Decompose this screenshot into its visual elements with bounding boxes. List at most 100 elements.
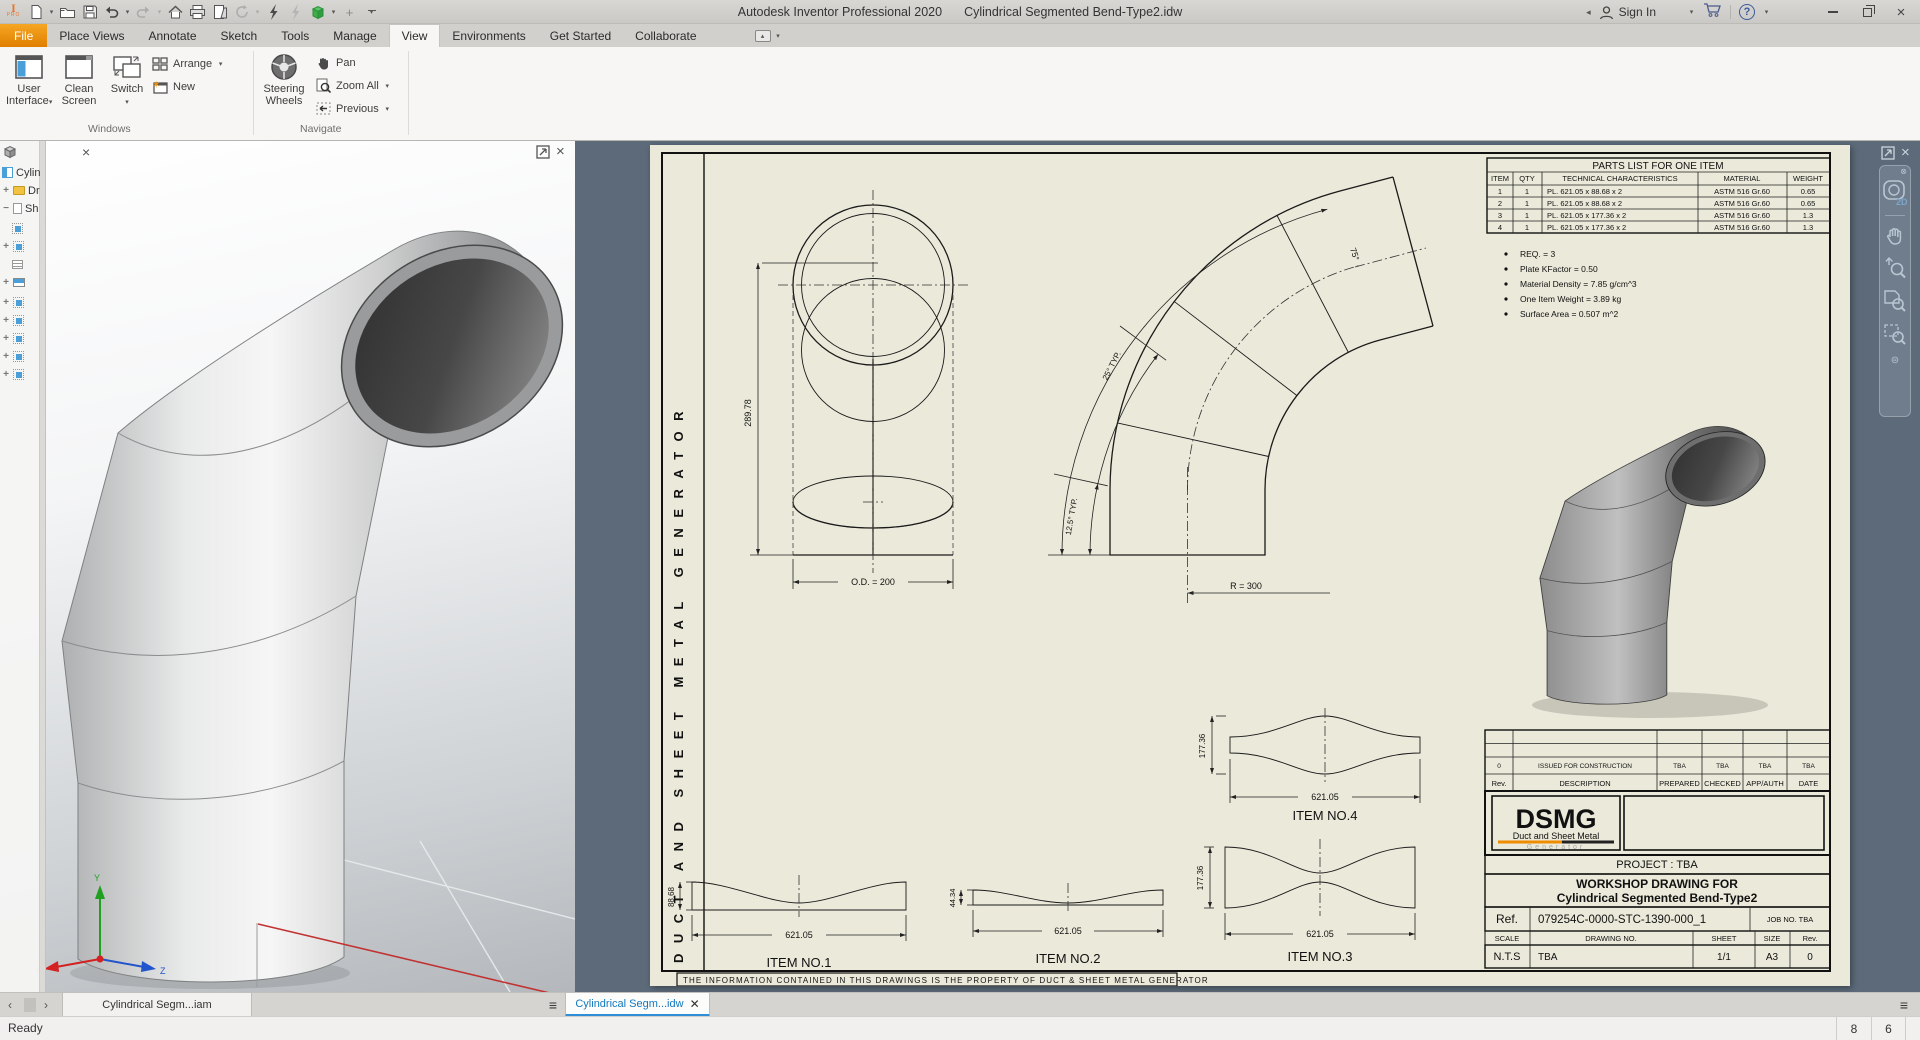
bend-profile-view[interactable]: 12.5° TYP. 25° TYP. 75° R = 300 (1048, 177, 1433, 603)
model-browser-panel[interactable]: Cylind + Dr − Sh + + + + + + + (0, 141, 40, 992)
browser-item-view[interactable]: + (2, 295, 40, 310)
save-icon[interactable] (80, 3, 99, 22)
item-1-view[interactable]: 88.68 621.05 ITEM NO.1 (667, 875, 906, 970)
print-icon[interactable] (188, 3, 207, 22)
collapse-icon[interactable]: − (2, 203, 10, 214)
minimize-button[interactable] (1820, 2, 1846, 22)
add-command-icon[interactable]: + (340, 3, 359, 22)
restore-drawing-icon[interactable] (1881, 146, 1895, 160)
tab-place-views[interactable]: Place Views (47, 24, 136, 47)
collapse-left-icon[interactable]: ◂ (1586, 7, 1591, 18)
tab-scroll-right-icon[interactable]: › (44, 993, 48, 1017)
inventor-logo-icon[interactable]: I PRO (4, 3, 23, 22)
item-3-view[interactable]: 177.36 621.05 ITEM NO.3 (1196, 839, 1415, 964)
ilogic-trigger-icon[interactable] (264, 3, 283, 22)
expand-icon[interactable]: + (2, 277, 10, 288)
item-2-view[interactable]: 44.34 621.05 ITEM NO.2 (948, 883, 1163, 966)
zoom-tool-icon[interactable] (1883, 256, 1907, 280)
help-dropdown-icon[interactable]: ▾ (1763, 8, 1770, 16)
expand-icon[interactable]: + (2, 369, 10, 380)
revision-table[interactable]: 0 ISSUED FOR CONSTRUCTION TBA TBA TBA TB… (1485, 730, 1830, 791)
navigation-bar[interactable]: ⊗ 2D (1879, 165, 1911, 417)
navbar-close-icon[interactable]: ⊗ (1900, 168, 1907, 176)
expand-icon[interactable]: + (2, 241, 10, 252)
new-file-dropdown-icon[interactable]: ▾ (48, 8, 55, 16)
tab-overflow-menu-icon[interactable]: ≡ (1896, 997, 1912, 1013)
doc-tab-drawing[interactable]: Cylindrical Segm...idw ✕ (565, 993, 710, 1017)
navbar-menu-icon[interactable]: ⊜ (1891, 355, 1899, 366)
tab-view[interactable]: View (389, 24, 441, 47)
browser-item-view[interactable]: + (2, 239, 40, 254)
tab-environments[interactable]: Environments (440, 24, 537, 47)
tab-collaborate[interactable]: Collaborate (623, 24, 708, 47)
close-tab-icon[interactable]: ✕ (690, 997, 700, 1011)
tab-sketch[interactable]: Sketch (209, 24, 270, 47)
drawing-notes[interactable]: REQ. = 3 Plate KFactor = 0.50 Material D… (1504, 249, 1637, 319)
arrange-button[interactable]: Arrange ▾ (152, 57, 224, 71)
tab-manage[interactable]: Manage (321, 24, 388, 47)
drawing-viewport[interactable]: DUCT AND SHEET METAL GENERATOR PARTS LIS… (575, 141, 1920, 992)
undo-dropdown-icon[interactable]: ▾ (124, 8, 131, 16)
tab-tools[interactable]: Tools (269, 24, 321, 47)
close-view-icon[interactable]: × (556, 145, 565, 159)
switch-windows-button[interactable]: Switch ▾ (104, 51, 150, 109)
sign-in-button[interactable]: Sign In (1599, 5, 1656, 20)
pan-tool-icon[interactable] (1884, 225, 1906, 247)
doc-tab-assembly[interactable]: Cylindrical Segm...iam (62, 993, 252, 1017)
parts-list-table[interactable]: PARTS LIST FOR ONE ITEM ITEM QTY TECHNIC… (1487, 158, 1830, 233)
tab-annotate[interactable]: Annotate (137, 24, 209, 47)
browser-item-view[interactable]: + (2, 313, 40, 328)
tab-list-menu-icon[interactable]: ≡ (545, 997, 561, 1013)
browser-item-sheet[interactable]: − Sh (2, 201, 40, 216)
tab-file[interactable]: File (0, 24, 47, 47)
new-file-icon[interactable] (26, 3, 45, 22)
help-icon[interactable]: ? (1739, 4, 1755, 20)
sign-in-dropdown-icon[interactable]: ▾ (1688, 8, 1695, 16)
steering-wheels-button[interactable]: Steering Wheels (258, 51, 310, 107)
close-button[interactable]: × (1888, 2, 1914, 22)
steering-wheel-2d-icon[interactable]: 2D (1883, 180, 1907, 206)
tab-scroll-left-icon[interactable]: ‹ (8, 993, 12, 1017)
clean-screen-button[interactable]: Clean Screen (56, 51, 102, 107)
expand-icon[interactable]: + (2, 297, 10, 308)
drawing-sheet[interactable]: DUCT AND SHEET METAL GENERATOR PARTS LIS… (650, 145, 1850, 986)
restore-view-icon[interactable] (536, 145, 550, 159)
home-icon[interactable] (166, 3, 185, 22)
expand-icon[interactable]: + (2, 333, 10, 344)
title-block[interactable]: DSMG Duct and Sheet Metal Generator PROJ… (1485, 791, 1830, 968)
model-viewport-3d[interactable]: X Y Z × Cylind + Dr − (0, 141, 575, 992)
store-cart-icon[interactable] (1703, 2, 1722, 23)
close-drawing-icon[interactable]: × (1901, 146, 1910, 160)
front-view[interactable]: 289.78 O.D. = 200 (743, 190, 968, 589)
expand-icon[interactable]: + (2, 315, 10, 326)
zoom-fit-icon[interactable] (1883, 289, 1907, 313)
open-icon[interactable] (58, 3, 77, 22)
sheet-3d-view[interactable] (1540, 416, 1782, 704)
browser-item-view[interactable]: + (2, 331, 40, 346)
browser-item-root[interactable]: Cylind (2, 165, 40, 180)
material-icon[interactable] (308, 3, 327, 22)
ribbon-appearance-dropdown-icon[interactable]: ▾ (775, 32, 782, 40)
drawing-settings-icon[interactable] (210, 3, 229, 22)
expand-icon[interactable]: + (2, 185, 10, 196)
item-4-view[interactable]: 177.36 621.05 ITEM NO.4 (1198, 708, 1420, 823)
undo-icon[interactable] (102, 3, 121, 22)
tab-get-started[interactable]: Get Started (538, 24, 623, 47)
qat-customize-icon[interactable]: ▾ (362, 3, 381, 22)
browser-item-view[interactable]: + (2, 349, 40, 364)
ribbon-appearance-icon[interactable]: ▴ (755, 30, 771, 42)
previous-view-button[interactable]: Previous ▾ (316, 101, 391, 116)
expand-icon[interactable]: + (2, 351, 10, 362)
tab-scroll-thumb[interactable] (24, 998, 36, 1012)
new-window-button[interactable]: ✶ New (152, 80, 195, 94)
material-dropdown-icon[interactable]: ▾ (330, 8, 337, 16)
restore-button[interactable] (1854, 2, 1880, 22)
browser-item-drawing-resources[interactable]: + Dr (2, 183, 40, 198)
browser-item-view[interactable]: + (2, 367, 40, 382)
zoom-window-icon[interactable] (1883, 322, 1907, 346)
user-interface-button[interactable]: User Interface▾ (6, 51, 52, 109)
browser-item-table[interactable]: + (2, 275, 40, 290)
browser-cube-icon[interactable] (2, 144, 18, 159)
zoom-all-button[interactable]: Zoom All ▾ (316, 78, 391, 93)
close-browser-icon[interactable]: × (82, 144, 90, 160)
